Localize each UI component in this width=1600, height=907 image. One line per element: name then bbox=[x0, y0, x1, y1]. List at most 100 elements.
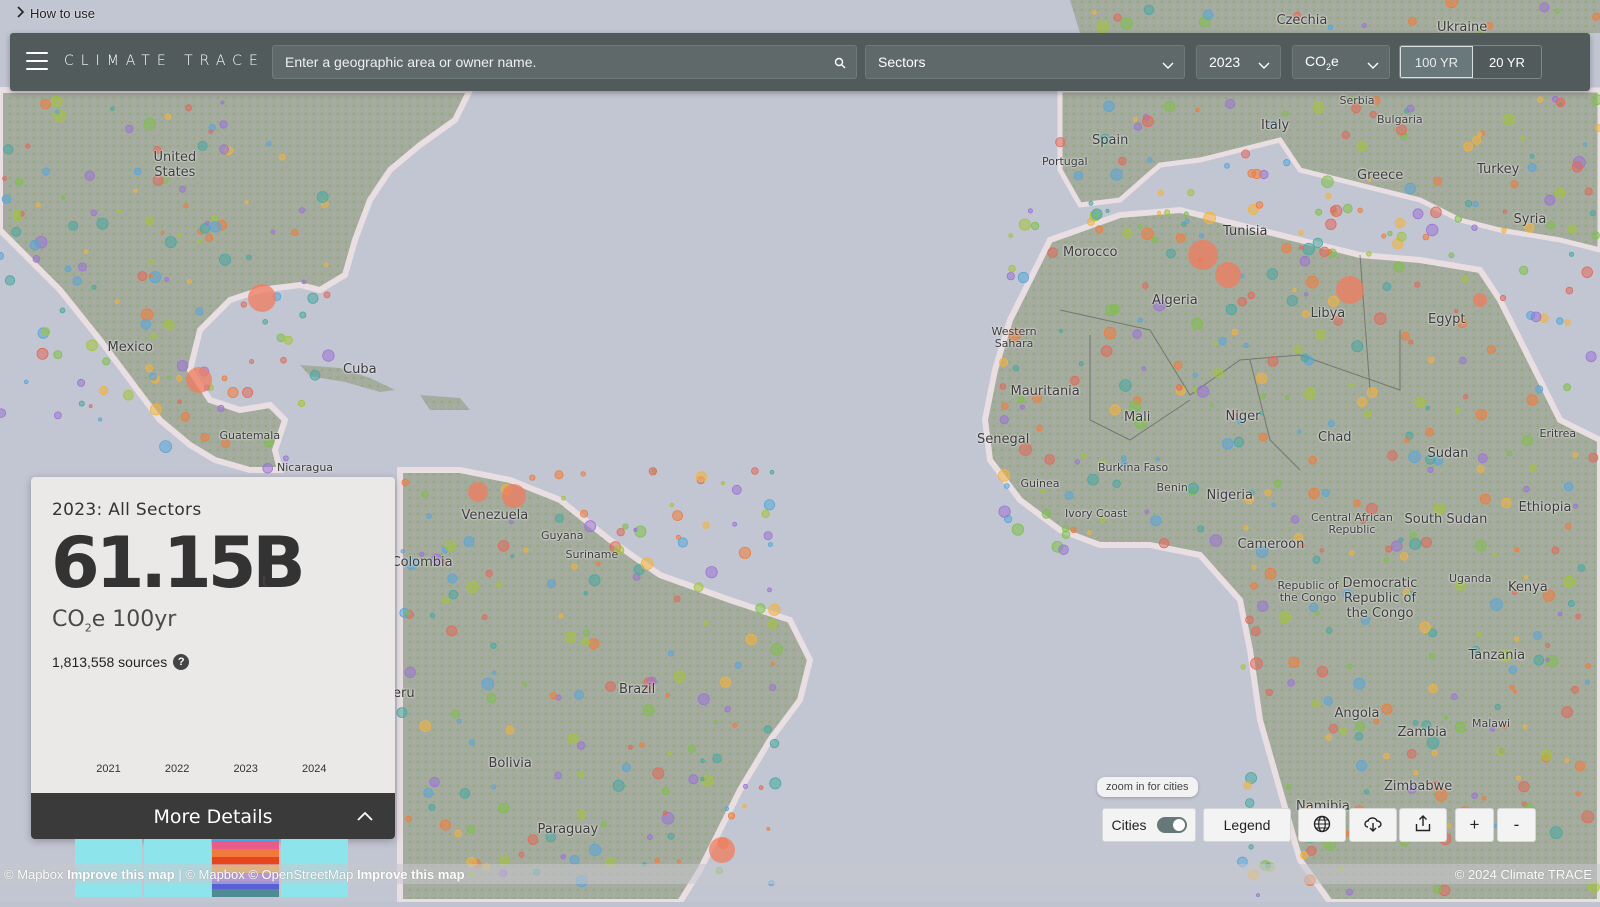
map-label-uganda: Uganda bbox=[1449, 572, 1492, 585]
sources-count: 1,813,558 sources ? bbox=[52, 654, 190, 670]
emissions-unit: t bbox=[262, 573, 267, 590]
map-label-paraguay: Paraguay bbox=[537, 822, 599, 837]
map-label-angola: Angola bbox=[1334, 706, 1380, 721]
gwp-toggle: 100 YR 20 YR bbox=[1399, 45, 1542, 79]
map-label-united-states: United States bbox=[153, 150, 197, 180]
map-label-nicaragua: Nicaragua bbox=[277, 461, 334, 474]
zoom-in-button[interactable]: + bbox=[1455, 808, 1494, 842]
map-label-senegal: Senegal bbox=[977, 432, 1030, 447]
search-icon[interactable] bbox=[834, 56, 846, 74]
map-label-guinea: Guinea bbox=[1020, 477, 1060, 490]
map-label-nigeria: Nigeria bbox=[1206, 488, 1254, 503]
sectors-dropdown[interactable]: Sectors bbox=[865, 45, 1185, 79]
cities-switch[interactable] bbox=[1156, 817, 1187, 833]
map-label-brazil: Brazil bbox=[619, 682, 656, 697]
map-label-colombia: Colombia bbox=[391, 555, 453, 570]
map-label-zimbabwe: Zimbabwe bbox=[1384, 779, 1453, 794]
map-label-spain: Spain bbox=[1092, 133, 1129, 148]
map-label-eritrea: Eritrea bbox=[1539, 427, 1577, 440]
top-navigation-bar: CLIMATE TRACE Sectors 2023 CO2e 100 YR 2… bbox=[10, 33, 1590, 91]
map-label-serbia: Serbia bbox=[1339, 94, 1375, 107]
map-label-republic-of-the-congo: Republic of the Congo bbox=[1277, 579, 1339, 604]
more-details-label: More Details bbox=[153, 806, 273, 828]
map-label-tanzania: Tanzania bbox=[1468, 648, 1526, 663]
map-label-bolivia: Bolivia bbox=[488, 756, 532, 771]
download-button[interactable] bbox=[1349, 808, 1397, 842]
map-label-ivory-coast: Ivory Coast bbox=[1065, 507, 1128, 520]
map-label-portugal: Portugal bbox=[1042, 155, 1088, 168]
map-label-western-sahara: Western Sahara bbox=[991, 325, 1037, 350]
gwp-20yr-button[interactable]: 20 YR bbox=[1473, 46, 1541, 78]
map-label-chad: Chad bbox=[1318, 430, 1352, 445]
map-label-kenya: Kenya bbox=[1508, 580, 1548, 595]
emissions-summary-panel: 2023: All Sectors 61.15B t CO2e 100yr 1,… bbox=[31, 477, 395, 897]
map-label-cameroon: Cameroon bbox=[1237, 537, 1305, 552]
map-label-tunisia: Tunisia bbox=[1223, 224, 1268, 239]
map-label-libya: Libya bbox=[1310, 306, 1346, 321]
sources-count-label: 1,813,558 sources bbox=[52, 654, 168, 670]
hamburger-menu-icon[interactable] bbox=[26, 52, 48, 70]
year-label-2023: 2023 bbox=[233, 763, 258, 775]
share-upload-icon bbox=[1415, 815, 1431, 835]
gas-label: CO2e 100yr bbox=[52, 607, 177, 635]
map-label-mali: Mali bbox=[1124, 410, 1151, 425]
year-label-2024: 2024 bbox=[302, 763, 327, 775]
map-label-eru: eru bbox=[393, 686, 415, 701]
map-label-syria: Syria bbox=[1513, 212, 1547, 227]
search-box[interactable] bbox=[272, 45, 857, 79]
globe-icon bbox=[1313, 815, 1331, 836]
map-label-bulgaria: Bulgaria bbox=[1377, 113, 1423, 126]
sectors-dropdown-label: Sectors bbox=[878, 54, 926, 70]
share-button[interactable] bbox=[1399, 808, 1447, 842]
globe-view-button[interactable] bbox=[1298, 808, 1346, 842]
map-label-central-african-republic: Central African Republic bbox=[1311, 511, 1393, 536]
map-label-morocco: Morocco bbox=[1063, 245, 1118, 260]
year-dropdown[interactable]: 2023 bbox=[1196, 45, 1281, 79]
map-label-venezuela: Venezuela bbox=[461, 508, 529, 523]
mapbox-attribution[interactable]: © Mapbox bbox=[4, 867, 63, 882]
map-label-algeria: Algeria bbox=[1152, 293, 1198, 308]
cities-toggle[interactable]: Cities bbox=[1102, 808, 1196, 842]
how-to-use-link[interactable]: How to use bbox=[16, 6, 95, 21]
gwp-100yr-button[interactable]: 100 YR bbox=[1400, 46, 1473, 78]
chevron-down-icon bbox=[1367, 57, 1379, 73]
map-label-niger: Niger bbox=[1225, 409, 1261, 424]
map-label-sudan: Sudan bbox=[1427, 446, 1469, 461]
map-attribution: © Mapbox Improve this map | © Mapbox © O… bbox=[0, 864, 1600, 884]
map-label-malawi: Malawi bbox=[1472, 717, 1511, 730]
map-label-benin: Benin bbox=[1156, 481, 1188, 494]
improve-map-link-2[interactable]: Improve this map bbox=[357, 867, 465, 882]
how-to-use-label: How to use bbox=[30, 6, 96, 21]
map-label-guatemala: Guatemala bbox=[219, 429, 281, 442]
map-label-mexico: Mexico bbox=[107, 340, 153, 355]
map-label-cuba: Cuba bbox=[343, 362, 377, 377]
help-icon[interactable]: ? bbox=[173, 654, 190, 670]
year-label-2021: 2021 bbox=[96, 763, 121, 775]
osm-attribution[interactable]: | © Mapbox © OpenStreetMap bbox=[175, 867, 357, 882]
map-label-suriname: Suriname bbox=[565, 548, 619, 561]
improve-map-link[interactable]: Improve this map bbox=[67, 867, 175, 882]
more-details-button[interactable]: More Details bbox=[31, 793, 395, 839]
year-label-2022: 2022 bbox=[164, 763, 190, 775]
climate-trace-logo[interactable]: CLIMATE TRACE bbox=[64, 53, 265, 69]
map-label-greece: Greece bbox=[1357, 168, 1404, 183]
map-label-czechia: Czechia bbox=[1276, 13, 1328, 28]
legend-button[interactable]: Legend bbox=[1203, 808, 1291, 842]
summary-title: 2023: All Sectors bbox=[52, 500, 202, 520]
map-label-south-sudan: South Sudan bbox=[1404, 512, 1488, 527]
zoom-out-button[interactable]: - bbox=[1497, 808, 1536, 842]
map-label-mauritania: Mauritania bbox=[1010, 384, 1080, 399]
climate-trace-copyright: © 2024 Climate TRACE bbox=[1454, 867, 1592, 882]
map-label-zambia: Zambia bbox=[1397, 725, 1447, 740]
chevron-up-icon bbox=[357, 808, 373, 826]
cloud-download-icon bbox=[1363, 816, 1383, 835]
map-label-turkey: Turkey bbox=[1477, 162, 1520, 177]
chevron-down-icon bbox=[1258, 57, 1270, 73]
chevron-right-icon bbox=[16, 6, 25, 21]
search-input[interactable] bbox=[273, 46, 856, 78]
map-label-burkina-faso: Burkina Faso bbox=[1098, 461, 1169, 474]
gas-dropdown[interactable]: CO2e bbox=[1292, 45, 1390, 79]
year-dropdown-label: 2023 bbox=[1209, 54, 1241, 70]
zoom-hint: zoom in for cities bbox=[1097, 777, 1198, 797]
map-label-egypt: Egypt bbox=[1428, 312, 1466, 327]
